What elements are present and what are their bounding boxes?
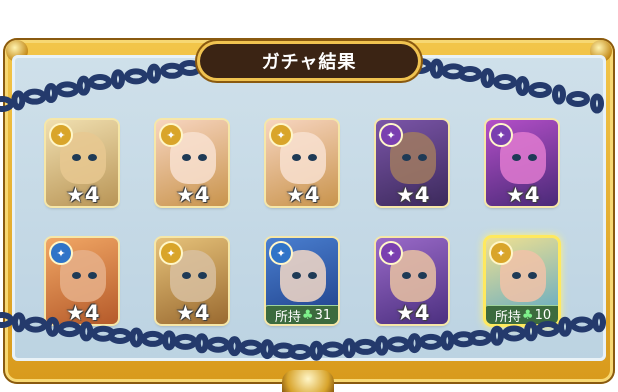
character-eye	[198, 154, 207, 161]
character-eye	[292, 272, 301, 279]
light-element-icon: ✦	[489, 241, 513, 265]
light-element-icon: ✦	[159, 241, 183, 265]
character-eye	[308, 272, 317, 279]
dark-element-icon: ✦	[379, 241, 403, 265]
owned-count-badge: 所持 ♣ 31	[266, 305, 338, 324]
owned-count-badge: 所持 ♣ 10	[486, 305, 558, 324]
rarity-stars: ★4	[66, 183, 100, 206]
page-title: ガチャ結果	[200, 44, 418, 78]
character-eye	[72, 272, 81, 279]
character-eye	[528, 272, 537, 279]
character-eye	[402, 154, 411, 161]
monster-card-dark-goddess[interactable]: ✦ ★4	[376, 120, 448, 206]
monster-card-white-hair-girl[interactable]: ✦ ★4	[156, 120, 228, 206]
monster-card-beast-warrior[interactable]: ✦ ★4	[156, 238, 228, 324]
monster-card-purple-dragon[interactable]: ✦ ★4	[486, 120, 558, 206]
monster-card-lion-warrior[interactable]: ✦ ★4	[46, 120, 118, 206]
character-eye	[72, 154, 81, 161]
character-eye	[198, 272, 207, 279]
character-eye	[512, 154, 521, 161]
character-eye	[182, 154, 191, 161]
clover-icon: ♣	[521, 307, 534, 323]
character-eye	[88, 272, 97, 279]
monster-card-red-hair-warrior[interactable]: ✦ ★4	[46, 238, 118, 324]
rarity-stars: ★4	[506, 183, 540, 206]
monster-card-pink-hair-hero[interactable]: ✦ 所持 ♣ 10	[486, 238, 558, 324]
dark-element-icon: ✦	[379, 123, 403, 147]
character-eye	[528, 154, 537, 161]
character-eye	[88, 154, 97, 161]
water-element-icon: ✦	[49, 241, 73, 265]
lock-icon	[282, 370, 334, 392]
rarity-stars: ★4	[396, 183, 430, 206]
character-eye	[292, 154, 301, 161]
owned-label: 所持	[274, 309, 301, 325]
clover-icon: ♣	[301, 307, 314, 323]
owned-count: 10	[534, 307, 552, 323]
character-eye	[308, 154, 317, 161]
monster-card-white-hair-girl-2[interactable]: ✦ ★4	[266, 120, 338, 206]
rarity-stars: ★4	[176, 183, 210, 206]
character-eye	[512, 272, 521, 279]
monster-card-goggles-boy[interactable]: ✦ ★4	[376, 238, 448, 324]
monster-card-blue-hair-girl[interactable]: ✦ 所持 ♣ 31	[266, 238, 338, 324]
owned-count: 31	[314, 307, 332, 323]
water-element-icon: ✦	[269, 241, 293, 265]
rarity-stars: ★4	[66, 301, 100, 324]
owned-label: 所持	[494, 309, 521, 325]
character-eye	[182, 272, 191, 279]
rarity-stars: ★4	[286, 183, 320, 206]
rarity-stars: ★4	[176, 301, 210, 324]
character-eye	[418, 272, 427, 279]
light-element-icon: ✦	[159, 123, 183, 147]
dark-element-icon: ✦	[489, 123, 513, 147]
character-eye	[418, 154, 427, 161]
rarity-stars: ★4	[396, 301, 430, 324]
character-eye	[402, 272, 411, 279]
light-element-icon: ✦	[49, 123, 73, 147]
light-element-icon: ✦	[269, 123, 293, 147]
